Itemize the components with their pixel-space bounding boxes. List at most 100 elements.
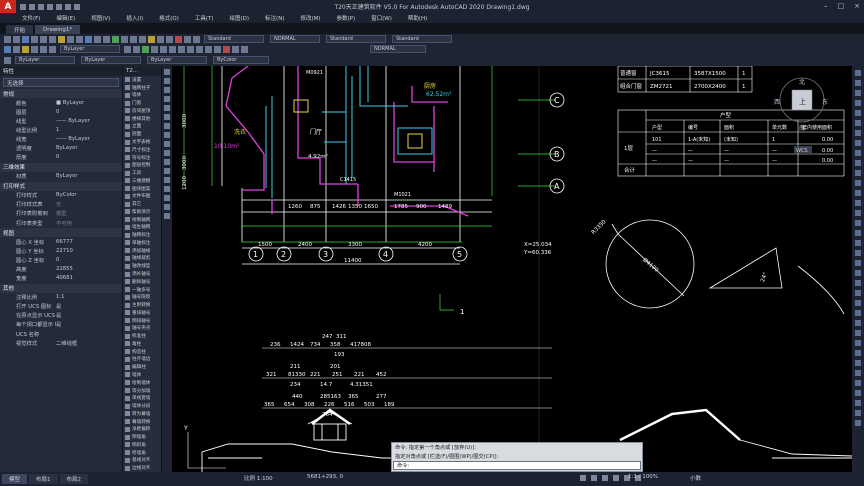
palette-item[interactable]: 尺寸标注 — [123, 146, 161, 154]
palette-item[interactable]: 重排轴号 — [123, 309, 161, 317]
property-row[interactable]: 圆心 X 坐标 66777 — [0, 237, 122, 246]
tool-palette-icon[interactable] — [166, 35, 173, 43]
properties-section-header[interactable]: 其他 — [0, 283, 122, 293]
palette-item[interactable]: 文字表格 — [123, 138, 161, 146]
selection-dropdown[interactable]: 无选择 — [3, 78, 119, 87]
property-value[interactable]: 是 — [56, 320, 122, 328]
dim-arc-icon[interactable] — [855, 290, 861, 296]
dim-quick-icon[interactable] — [855, 350, 861, 356]
palette-item[interactable]: 工具 — [123, 169, 161, 177]
undo-icon[interactable] — [94, 35, 101, 43]
dim-radius-icon[interactable] — [855, 310, 861, 316]
snap-center-icon[interactable] — [855, 170, 861, 176]
property-value[interactable]: 0 — [56, 109, 122, 115]
annotation-scale[interactable]: 比例 1:100 — [244, 474, 273, 482]
dim-angular-icon[interactable] — [855, 340, 861, 346]
palette-item[interactable]: 编辑柱 — [123, 363, 161, 371]
palette-item[interactable]: 立面 — [123, 123, 161, 131]
property-row[interactable]: 打印样式 ByColor — [0, 191, 122, 200]
property-row[interactable]: 在原点显示 UCS 图标是 — [0, 311, 122, 320]
open-icon[interactable] — [13, 35, 20, 43]
layer-color-icon[interactable] — [49, 45, 56, 53]
polygon-icon[interactable] — [164, 87, 170, 93]
property-value[interactable]: ByLayer — [56, 145, 122, 151]
make-block-icon[interactable] — [164, 150, 170, 156]
menu-help[interactable]: 帮助(H) — [408, 14, 427, 22]
open-file-icon[interactable] — [29, 3, 35, 10]
redo-icon[interactable] — [103, 35, 110, 43]
move-icon[interactable] — [142, 45, 149, 53]
property-row[interactable]: 注释比例 1:1 — [0, 293, 122, 302]
property-value[interactable]: 无 — [56, 200, 122, 208]
spline-icon[interactable] — [164, 123, 170, 129]
tab-drawing1[interactable]: Drawing1* — [35, 25, 81, 34]
palette-item[interactable]: 基线对齐 — [123, 457, 161, 465]
palette-item[interactable]: 修墙角 — [123, 449, 161, 457]
layer-previous-icon[interactable] — [133, 45, 140, 53]
menu-dimension[interactable]: 标注(N) — [265, 14, 284, 22]
property-row[interactable]: 每个视口都显示 UCS是 — [0, 320, 122, 329]
property-row[interactable]: 图层 0 — [0, 107, 122, 116]
command-input[interactable]: 命令: — [393, 461, 641, 470]
arc-icon[interactable] — [164, 105, 170, 111]
palette-item[interactable]: 轴改线型 — [123, 262, 161, 270]
palette-item[interactable]: 倒排轴号 — [123, 317, 161, 325]
palette-item[interactable]: 等分加墙 — [123, 387, 161, 395]
property-value[interactable]: 0 — [56, 257, 122, 263]
mirror-icon[interactable] — [169, 45, 176, 53]
palette-item[interactable]: 边线对齐 — [123, 464, 161, 472]
properties-icon[interactable] — [148, 35, 155, 43]
property-row[interactable]: 线型 —— ByLayer — [0, 116, 122, 125]
palette-item[interactable]: 添加轴线 — [123, 247, 161, 255]
drawing-canvas[interactable]: 门厅 10.10m² 厨房 62.52m² 洗衣 4.92m² M1021 M0… — [172, 66, 852, 472]
gradient-icon[interactable] — [164, 177, 170, 183]
navbar-orbit-icon[interactable] — [855, 100, 861, 106]
palette-item[interactable]: 墙体 — [123, 371, 161, 379]
menu-file[interactable]: 文件(F) — [22, 14, 40, 22]
dim-inspect-icon[interactable] — [855, 420, 861, 426]
palette-item[interactable]: 其它 — [123, 200, 161, 208]
properties-section-header[interactable]: 常规 — [0, 89, 122, 98]
dim-center-icon[interactable] — [855, 410, 861, 416]
menu-tools[interactable]: 工具(T) — [195, 14, 214, 22]
calculator-icon[interactable] — [193, 35, 200, 43]
layer-state-icon[interactable] — [13, 45, 20, 53]
add-selected-icon[interactable] — [164, 213, 170, 219]
menu-window[interactable]: 窗口(W) — [371, 14, 392, 22]
units-mode[interactable]: 小数 — [690, 474, 701, 482]
palette-item[interactable]: 轴号夹点 — [123, 325, 161, 333]
menu-draw[interactable]: 绘图(D) — [230, 14, 250, 22]
palette-item[interactable]: 墙生轴网 — [123, 224, 161, 232]
plot-style-combo[interactable]: NORMAL — [370, 45, 426, 53]
match-icon[interactable] — [85, 35, 92, 43]
palette-item[interactable]: 轴网标注 — [123, 231, 161, 239]
dim-baseline-icon[interactable] — [855, 360, 861, 366]
dim-style-combo[interactable]: NORMAL — [270, 35, 320, 43]
explode-icon[interactable] — [232, 45, 239, 53]
design-center-icon[interactable] — [157, 35, 164, 43]
tab-layout1[interactable]: 布局1 — [29, 474, 58, 484]
properties-section-header[interactable]: 三维效果 — [0, 162, 122, 172]
table-icon[interactable] — [164, 195, 170, 201]
layer-combo[interactable]: ByLayer — [60, 45, 120, 53]
extend-icon[interactable] — [205, 45, 212, 53]
palette-item[interactable]: 柱齐墙边 — [123, 356, 161, 364]
rotate-icon[interactable] — [151, 45, 158, 53]
dim-jogged-icon[interactable] — [855, 320, 861, 326]
palette-item[interactable]: 角柱 — [123, 340, 161, 348]
palette-item[interactable]: 添补轴号 — [123, 270, 161, 278]
property-row[interactable]: 透明度 ByLayer — [0, 143, 122, 152]
plotstyle-combo[interactable]: ByColor — [213, 56, 269, 64]
menu-view[interactable]: 视图(V) — [91, 14, 110, 22]
palette-item[interactable]: 帮助演示 — [123, 208, 161, 216]
property-value[interactable]: 模型 — [56, 209, 122, 217]
palette-item[interactable]: 转为幕墙 — [123, 410, 161, 418]
palette-item[interactable]: 构造柱 — [123, 348, 161, 356]
menu-format[interactable]: 格式(O) — [159, 14, 179, 22]
property-row[interactable]: 厚度 0 — [0, 153, 122, 162]
property-value[interactable]: ■ ByLayer — [56, 100, 122, 106]
property-value[interactable]: 是 — [56, 311, 122, 319]
color-swatch-icon[interactable] — [4, 56, 11, 64]
property-value[interactable]: ByLayer — [56, 173, 122, 179]
snap-quadrant-icon[interactable] — [855, 180, 861, 186]
